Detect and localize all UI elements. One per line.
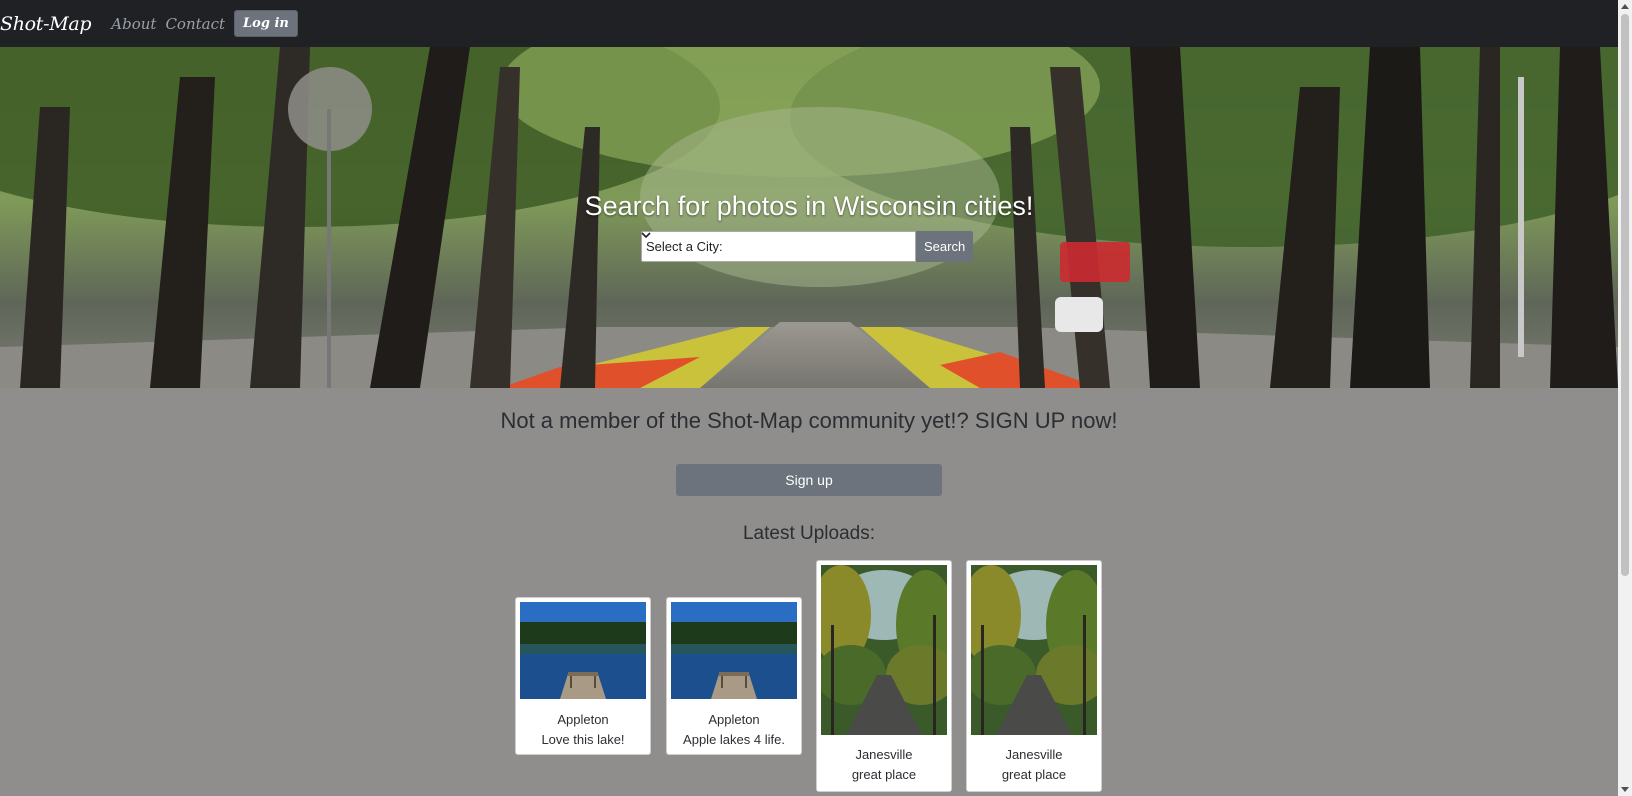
latest-uploads-title: Latest Uploads: xyxy=(742,523,876,544)
nav-link-about[interactable]: About xyxy=(111,15,156,33)
upload-card[interactable]: Appleton Apple lakes 4 life. xyxy=(666,597,802,755)
card-caption: Love this lake! xyxy=(541,732,625,747)
hero-banner: Search for photos in Wisconsin cities! S… xyxy=(0,47,1618,388)
scrollbar-thumb[interactable] xyxy=(1621,14,1629,576)
card-city: Janesville xyxy=(1005,747,1063,762)
city-select[interactable]: Select a City: xyxy=(641,231,916,262)
card-caption: Apple lakes 4 life. xyxy=(683,732,785,747)
forest-road-photo[interactable] xyxy=(821,565,947,735)
lake-dock-photo[interactable] xyxy=(520,602,646,699)
page-scrollbar[interactable] xyxy=(1618,0,1632,796)
scroll-down-arrow-icon[interactable] xyxy=(1621,787,1629,792)
upload-card[interactable]: Janesville great place xyxy=(966,560,1102,792)
signup-button[interactable]: Sign up xyxy=(676,464,942,496)
nav-link-contact[interactable]: Contact xyxy=(165,15,225,33)
forest-road-photo[interactable] xyxy=(971,565,1097,735)
card-city: Appleton xyxy=(708,712,760,727)
brand-logo[interactable]: Shot-Map xyxy=(0,13,92,35)
card-caption: great place xyxy=(851,767,917,782)
scroll-up-arrow-icon[interactable] xyxy=(1621,4,1629,9)
login-button[interactable]: Log in xyxy=(234,10,298,37)
card-city: Appleton xyxy=(557,712,609,727)
card-caption: great place xyxy=(1001,767,1067,782)
city-select-value: Select a City: xyxy=(646,239,723,254)
card-city: Janesville xyxy=(855,747,913,762)
upload-card[interactable]: Janesville great place xyxy=(816,560,952,792)
navbar: Shot-Map About Contact Log in xyxy=(0,0,1618,47)
search-button[interactable]: Search xyxy=(916,231,974,262)
page: Shot-Map About Contact Log in Search for… xyxy=(0,0,1618,796)
lake-dock-photo[interactable] xyxy=(671,602,797,699)
signup-prompt: Not a member of the Shot-Map community y… xyxy=(500,408,1118,433)
hero-title: Search for photos in Wisconsin cities! xyxy=(584,191,1034,221)
search-form: Select a City: Search xyxy=(641,231,974,262)
upload-card[interactable]: Appleton Love this lake! xyxy=(515,597,651,755)
